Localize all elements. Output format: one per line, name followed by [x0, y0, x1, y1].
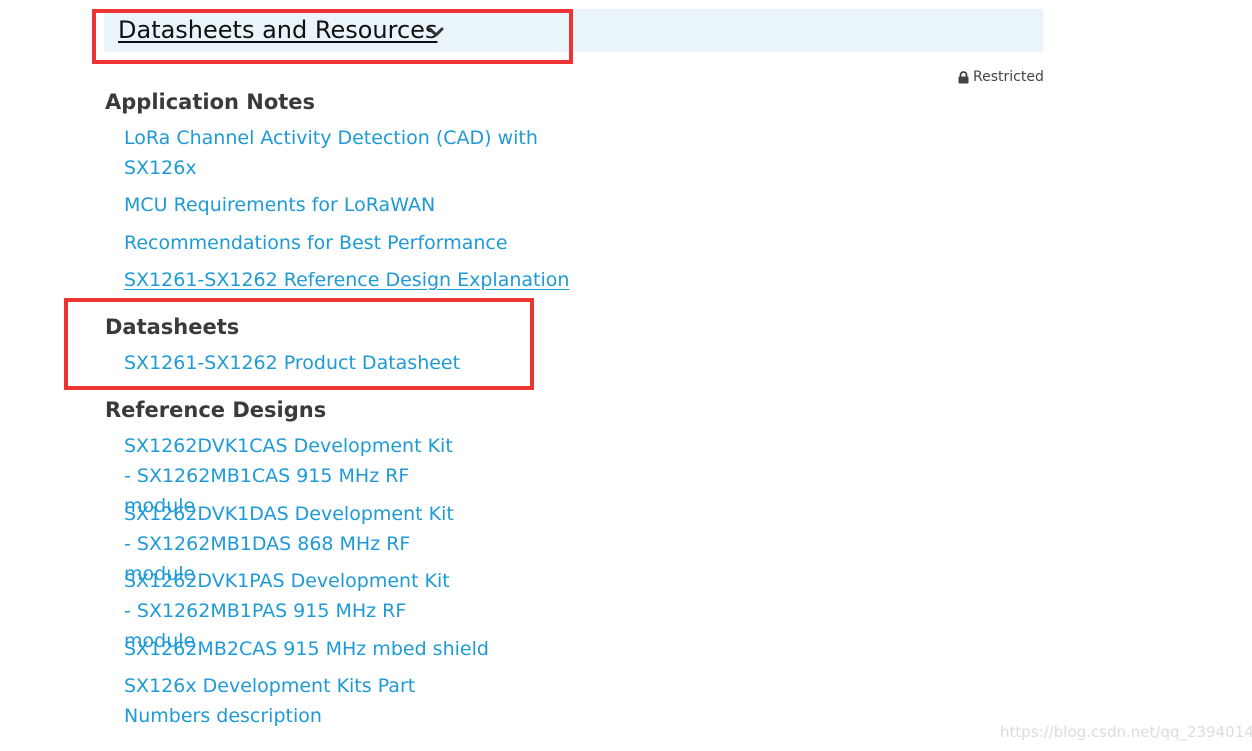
- chevron-down-icon[interactable]: [428, 26, 444, 38]
- link-reference-design-explanation[interactable]: SX1261-SX1262 Reference Design Explanati…: [124, 265, 569, 295]
- link-mb2cas-mbed-shield[interactable]: SX1262MB2CAS 915 MHz mbed shield: [124, 634, 544, 664]
- link-best-performance[interactable]: Recommendations for Best Performance: [124, 228, 544, 258]
- restricted-indicator: Restricted: [958, 68, 1044, 86]
- link-part-numbers-description[interactable]: SX126x Development Kits Part Numbers des…: [124, 671, 504, 731]
- section-heading-reference-designs: Reference Designs: [105, 398, 327, 422]
- section-heading-application-notes: Application Notes: [105, 90, 316, 114]
- lock-icon: [958, 70, 969, 83]
- watermark: https://blog.csdn.net/qq_23940143: [1000, 723, 1252, 741]
- accordion-title-link[interactable]: Datasheets and Resources: [118, 14, 437, 46]
- restricted-label: Restricted: [973, 69, 1044, 85]
- link-lora-cad[interactable]: LoRa Channel Activity Detection (CAD) wi…: [124, 123, 544, 183]
- link-product-datasheet[interactable]: SX1261-SX1262 Product Datasheet: [124, 348, 544, 378]
- link-mcu-requirements[interactable]: MCU Requirements for LoRaWAN: [124, 190, 544, 220]
- section-heading-datasheets: Datasheets: [105, 315, 240, 339]
